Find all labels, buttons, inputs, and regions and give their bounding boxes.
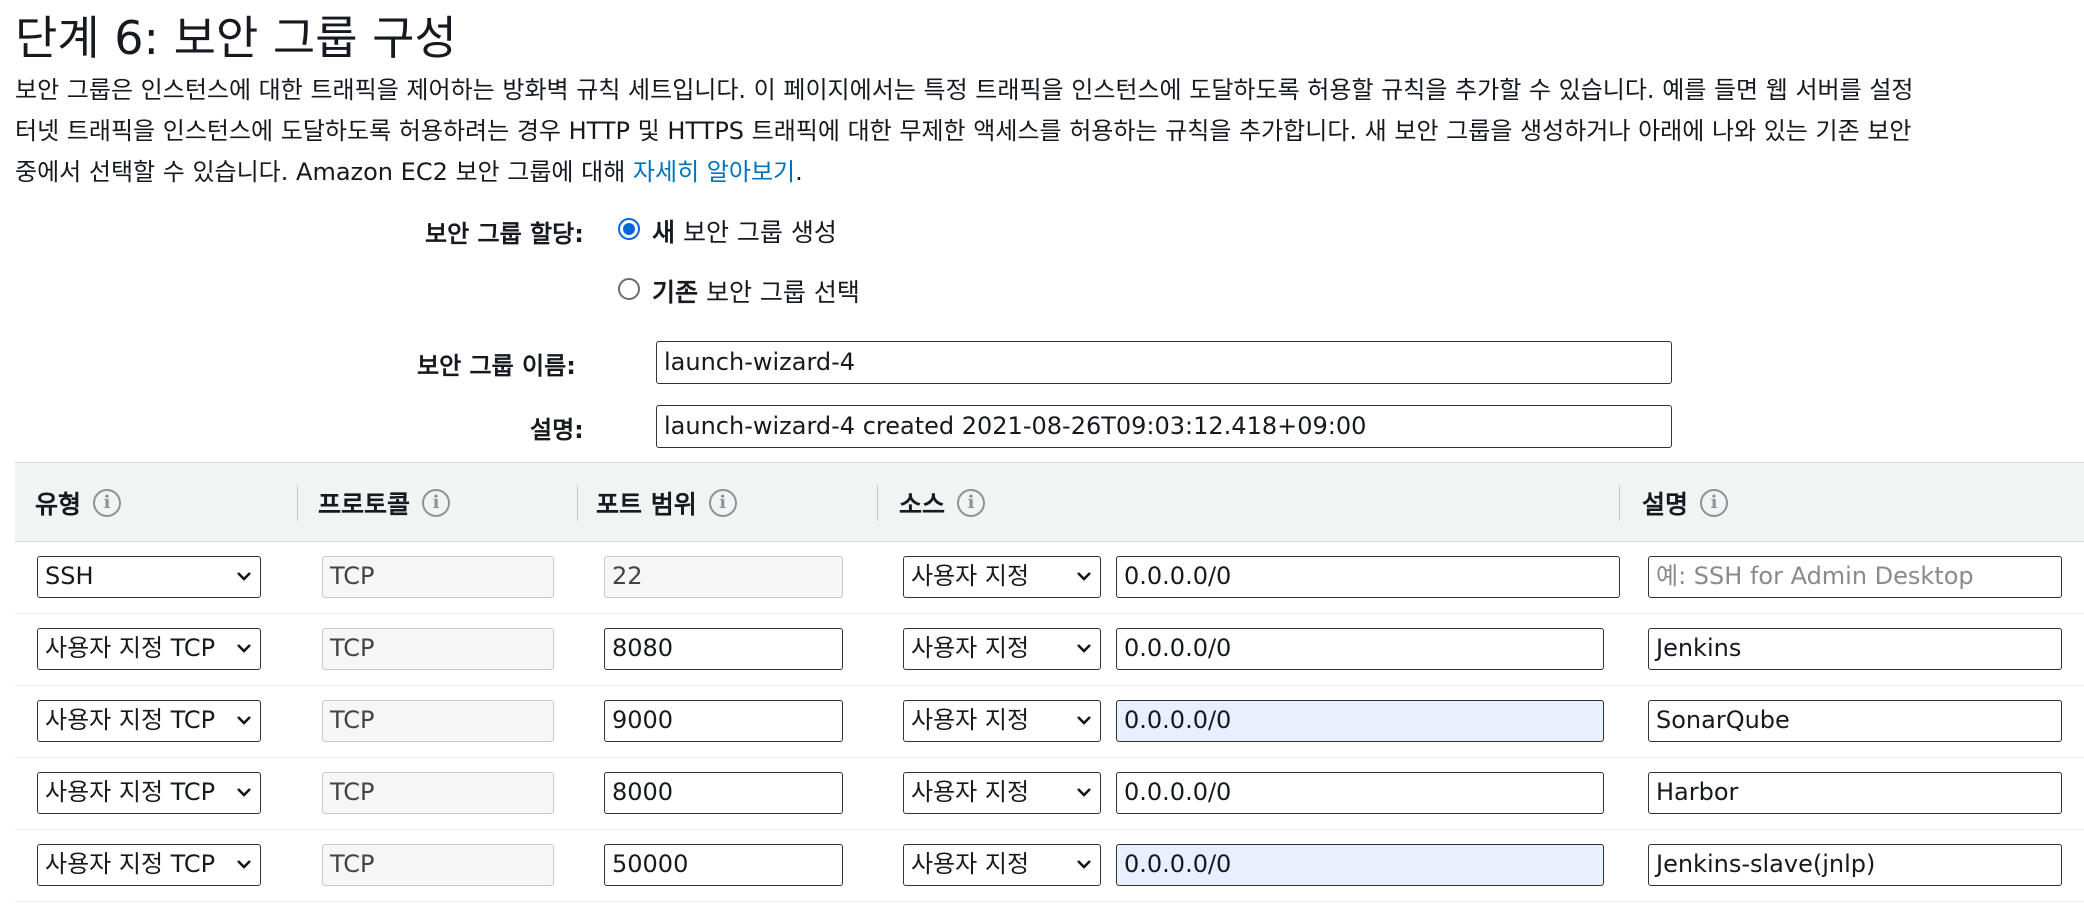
description-text: 중에서 선택할 수 있습니다. Amazon EC2 보안 그룹에 대해 [15, 158, 633, 186]
type-select[interactable]: SSH [37, 556, 261, 598]
header-port-range: 포트 범위 i [596, 485, 737, 521]
protocol-field: TCP [322, 772, 554, 814]
type-value: 사용자 지정 TCP [45, 634, 216, 662]
security-group-name-input[interactable]: launch-wizard-4 [656, 341, 1672, 384]
source-cidr-input[interactable]: 0.0.0.0/0 [1116, 844, 1604, 886]
port-range-input[interactable]: 8080 [604, 628, 843, 670]
rule-description-input[interactable]: Jenkins-slave(jnlp) [1648, 844, 2062, 886]
chevron-down-icon [237, 644, 251, 653]
source-mode-value: 사용자 지정 [911, 706, 1030, 734]
source-select[interactable]: 사용자 지정 [903, 700, 1101, 742]
security-group-name-label: 보안 그룹 이름: [417, 352, 576, 380]
type-select[interactable]: 사용자 지정 TCP [37, 844, 261, 886]
source-mode-value: 사용자 지정 [911, 562, 1030, 590]
info-icon[interactable]: i [957, 489, 986, 517]
table-row: 사용자 지정 TCP TCP 9000 사용자 지정 0.0.0.0/0 Son… [15, 686, 2084, 758]
header-source-label: 소스 [899, 490, 946, 519]
source-cidr-input[interactable]: 0.0.0.0/0 [1116, 700, 1604, 742]
type-value: SSH [45, 562, 94, 590]
learn-more-link[interactable]: 자세히 알아보기 [633, 158, 795, 186]
column-divider [877, 485, 878, 521]
source-select[interactable]: 사용자 지정 [903, 772, 1101, 814]
chevron-down-icon [237, 716, 251, 725]
description-period: . [795, 158, 803, 186]
chevron-down-icon [1077, 860, 1091, 869]
header-protocol-label: 프로토콜 [318, 490, 411, 519]
header-description: 설명 i [1642, 485, 1729, 521]
info-icon[interactable]: i [422, 489, 451, 517]
security-group-description-input[interactable]: launch-wizard-4 created 2021-08-26T09:03… [656, 405, 1672, 448]
existing-security-group-option[interactable]: 기존 보안 그룹 선택 [652, 273, 860, 309]
header-port-range-label: 포트 범위 [596, 490, 697, 519]
info-icon[interactable]: i [708, 489, 737, 517]
source-select[interactable]: 사용자 지정 [903, 556, 1101, 598]
header-type-label: 유형 [35, 490, 82, 519]
chevron-down-icon [237, 860, 251, 869]
header-type: 유형 i [35, 485, 122, 521]
protocol-field: TCP [322, 844, 554, 886]
existing-option-bold: 기존 [652, 278, 699, 307]
new-security-group-option[interactable]: 새 보안 그룹 생성 [652, 213, 837, 249]
source-mode-value: 사용자 지정 [911, 634, 1030, 662]
assign-security-group-label: 보안 그룹 할당: [425, 220, 584, 248]
protocol-field: TCP [322, 556, 554, 598]
table-row: 사용자 지정 TCP TCP 50000 사용자 지정 0.0.0.0/0 Je… [15, 830, 2084, 902]
type-value: 사용자 지정 TCP [45, 850, 216, 878]
source-mode-value: 사용자 지정 [911, 850, 1030, 878]
column-divider [1619, 485, 1620, 521]
column-divider [297, 485, 298, 521]
rule-description-input[interactable]: 예: SSH for Admin Desktop [1648, 556, 2062, 598]
source-select[interactable]: 사용자 지정 [903, 628, 1101, 670]
chevron-down-icon [1077, 788, 1091, 797]
type-select[interactable]: 사용자 지정 TCP [37, 772, 261, 814]
rules-table-header: 유형 i 프로토콜 i 포트 범위 i 소스 i 설명 i [15, 462, 2084, 542]
source-mode-value: 사용자 지정 [911, 778, 1030, 806]
description-line: 보안 그룹은 인스턴스에 대한 트래픽을 제어하는 방화벽 규칙 세트입니다. … [15, 76, 1914, 104]
source-select[interactable]: 사용자 지정 [903, 844, 1101, 886]
description-line: 중에서 선택할 수 있습니다. Amazon EC2 보안 그룹에 대해 자세히… [15, 152, 2084, 193]
source-cidr-input[interactable]: 0.0.0.0/0 [1116, 556, 1620, 598]
header-source: 소스 i [899, 485, 986, 521]
rule-description-input[interactable]: Jenkins [1648, 628, 2062, 670]
chevron-down-icon [237, 572, 251, 581]
chevron-down-icon [1077, 716, 1091, 725]
header-protocol: 프로토콜 i [318, 485, 451, 521]
existing-option-text: 보안 그룹 선택 [698, 278, 860, 307]
security-group-description-label: 설명: [530, 416, 584, 444]
new-option-text: 보안 그룹 생성 [675, 218, 837, 247]
type-select[interactable]: 사용자 지정 TCP [37, 700, 261, 742]
new-security-group-radio[interactable] [618, 218, 640, 240]
new-option-bold: 새 [652, 218, 676, 247]
port-range-field: 22 [604, 556, 843, 598]
security-group-page: 단계 6: 보안 그룹 구성 보안 그룹은 인스턴스에 대한 트래픽을 제어하는… [0, 0, 2084, 914]
chevron-down-icon [1077, 644, 1091, 653]
existing-security-group-radio[interactable] [618, 278, 640, 300]
info-icon[interactable]: i [93, 489, 122, 517]
type-select[interactable]: 사용자 지정 TCP [37, 628, 261, 670]
port-range-input[interactable]: 9000 [604, 700, 843, 742]
type-value: 사용자 지정 TCP [45, 778, 216, 806]
table-row: 사용자 지정 TCP TCP 8080 사용자 지정 0.0.0.0/0 Jen… [15, 614, 2084, 686]
rule-description-input[interactable]: SonarQube [1648, 700, 2062, 742]
description-line: 터넷 트래픽을 인스턴스에 도달하도록 허용하려는 경우 HTTP 및 HTTP… [15, 117, 1912, 145]
chevron-down-icon [1077, 572, 1091, 581]
source-cidr-input[interactable]: 0.0.0.0/0 [1116, 628, 1604, 670]
type-value: 사용자 지정 TCP [45, 706, 216, 734]
page-title: 단계 6: 보안 그룹 구성 [15, 11, 457, 65]
port-range-input[interactable]: 8000 [604, 772, 843, 814]
column-divider [577, 485, 578, 521]
source-cidr-input[interactable]: 0.0.0.0/0 [1116, 772, 1604, 814]
chevron-down-icon [237, 788, 251, 797]
table-row: 사용자 지정 TCP TCP 8000 사용자 지정 0.0.0.0/0 Har… [15, 758, 2084, 830]
page-description: 보안 그룹은 인스턴스에 대한 트래픽을 제어하는 방화벽 규칙 세트입니다. … [15, 70, 2084, 193]
protocol-field: TCP [322, 700, 554, 742]
rule-description-input[interactable]: Harbor [1648, 772, 2062, 814]
table-row: SSH TCP 22 사용자 지정 0.0.0.0/0 예: SSH for A… [15, 542, 2084, 614]
header-description-label: 설명 [1642, 490, 1689, 519]
protocol-field: TCP [322, 628, 554, 670]
port-range-input[interactable]: 50000 [604, 844, 843, 886]
info-icon[interactable]: i [1700, 489, 1729, 517]
